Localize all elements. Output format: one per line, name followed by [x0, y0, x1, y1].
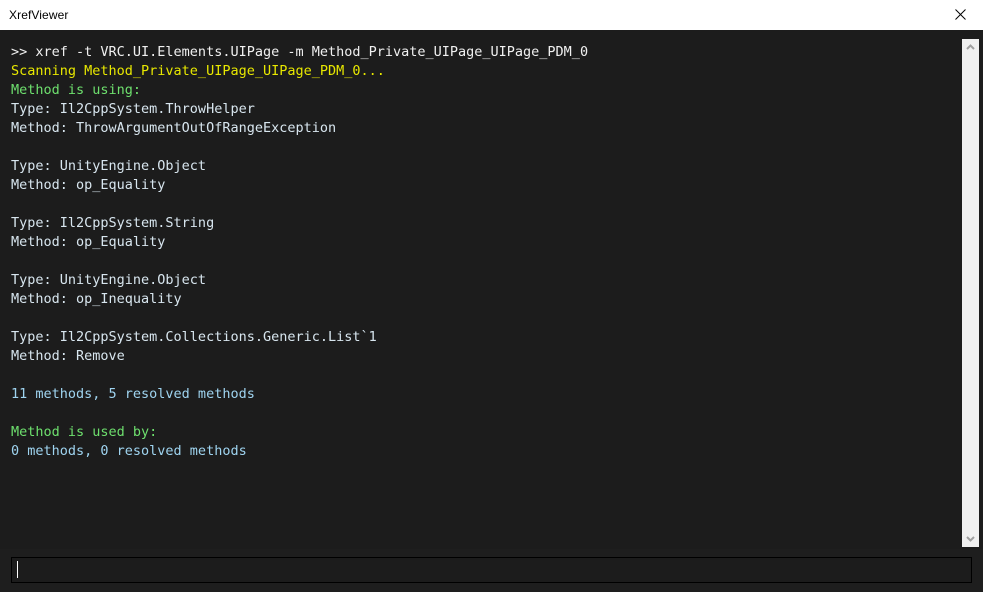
console-line: Method: op_Inequality	[11, 291, 182, 307]
console-line: Method: op_Equality	[11, 234, 166, 250]
chevron-down-icon	[966, 536, 975, 542]
console-scrollbar[interactable]	[962, 39, 979, 547]
console-line: Type: UnityEngine.Object	[11, 272, 207, 288]
xrefviewer-window: XrefViewer >> xref -t VRC.UI.Elements.UI…	[0, 0, 983, 592]
window-title: XrefViewer	[9, 7, 69, 22]
console-line: Type: UnityEngine.Object	[11, 158, 207, 174]
console-output: >> xref -t VRC.UI.Elements.UIPage -m Met…	[1, 31, 960, 548]
scrollbar-track[interactable]	[962, 56, 979, 530]
scrollbar-up-button[interactable]	[962, 39, 979, 56]
console-line: Type: Il2CppSystem.ThrowHelper	[11, 101, 255, 117]
console-line: Type: Il2CppSystem.String	[11, 215, 215, 231]
console-line: 11 methods, 5 resolved methods	[11, 386, 255, 402]
close-icon	[954, 9, 966, 20]
console-line: Type: Il2CppSystem.Collections.Generic.L…	[11, 329, 377, 345]
console-line: Method: Remove	[11, 348, 125, 364]
console-line: Method is using:	[11, 82, 142, 98]
close-button[interactable]	[937, 0, 983, 29]
chevron-up-icon	[966, 44, 975, 50]
command-input[interactable]	[11, 557, 972, 583]
console-line: Method is used by:	[11, 424, 158, 440]
console-line: Scanning Method_Private_UIPage_UIPage_PD…	[11, 63, 385, 79]
console-line: Method: op_Equality	[11, 177, 166, 193]
client-area: >> xref -t VRC.UI.Elements.UIPage -m Met…	[0, 30, 983, 592]
console-line: 0 methods, 0 resolved methods	[11, 443, 247, 459]
scrollbar-down-button[interactable]	[962, 530, 979, 547]
command-input-holder	[11, 557, 972, 583]
command-input-row	[0, 549, 983, 591]
console-line: Method: ThrowArgumentOutOfRangeException	[11, 120, 337, 136]
window-titlebar[interactable]: XrefViewer	[0, 0, 983, 30]
console-panel: >> xref -t VRC.UI.Elements.UIPage -m Met…	[0, 30, 983, 549]
text-caret	[17, 561, 18, 578]
console-line: >> xref -t VRC.UI.Elements.UIPage -m Met…	[11, 44, 589, 60]
titlebar-buttons	[937, 0, 983, 29]
